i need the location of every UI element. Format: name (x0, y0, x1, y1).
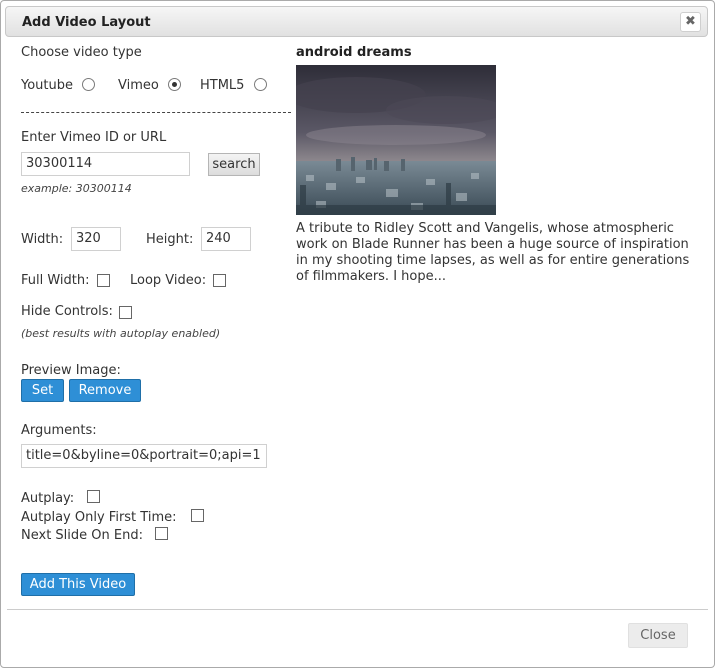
vimeo-radio-label: Vimeo (118, 78, 159, 93)
remove-preview-button[interactable]: Remove (69, 379, 141, 402)
width-label: Width: (21, 232, 64, 247)
dialog-title: Add Video Layout (22, 15, 151, 30)
arguments-input[interactable]: title=0&byline=0&portrait=0;api=1 (21, 444, 267, 468)
section-divider (21, 112, 291, 113)
set-preview-button[interactable]: Set (21, 379, 64, 402)
height-input[interactable]: 240 (201, 227, 251, 251)
hide-controls-checkbox[interactable] (119, 306, 132, 319)
add-video-dialog: Add Video Layout ✖ Choose video type You… (0, 0, 715, 668)
dialog-titlebar: Add Video Layout ✖ (5, 6, 708, 37)
youtube-radio-label: Youtube (21, 78, 73, 93)
autoplay-label: Autplay: (21, 491, 75, 506)
close-button[interactable]: Close (628, 623, 688, 648)
video-type-label: Choose video type (21, 45, 142, 60)
add-video-button[interactable]: Add This Video (21, 573, 135, 596)
vimeo-radio[interactable] (167, 78, 181, 91)
autoplay-first-time-label: Autplay Only First Time: (21, 510, 177, 525)
next-slide-label: Next Slide On End: (21, 528, 143, 543)
hide-controls-note: (best results with autoplay enabled) (21, 327, 221, 340)
search-button[interactable]: search (208, 153, 260, 176)
video-thumbnail (296, 65, 496, 215)
video-type-option-youtube[interactable]: Youtube (21, 78, 96, 93)
html5-radio-label: HTML5 (200, 78, 245, 93)
vimeo-example-text: example: 30300114 (21, 182, 132, 195)
loop-video-label: Loop Video: (130, 273, 207, 288)
video-type-option-vimeo[interactable]: Vimeo (118, 78, 181, 93)
video-description: A tribute to Ridley Scott and Vangelis, … (296, 221, 690, 284)
video-type-option-html5[interactable]: HTML5 (200, 78, 267, 93)
close-icon[interactable]: ✖ (680, 12, 701, 32)
vimeo-id-input[interactable]: 30300114 (21, 152, 190, 176)
arguments-label: Arguments: (21, 423, 97, 438)
next-slide-checkbox[interactable] (155, 527, 168, 540)
footer-divider (7, 609, 708, 610)
height-label: Height: (146, 232, 194, 247)
full-width-label: Full Width: (21, 273, 90, 288)
video-title: android dreams (296, 45, 412, 60)
loop-video-checkbox[interactable] (213, 274, 226, 287)
hide-controls-label: Hide Controls: (21, 304, 113, 319)
youtube-radio[interactable] (82, 78, 96, 91)
preview-image-label: Preview Image: (21, 363, 121, 378)
vimeo-id-label: Enter Vimeo ID or URL (21, 130, 167, 145)
autoplay-first-time-checkbox[interactable] (191, 509, 204, 522)
html5-radio[interactable] (253, 78, 267, 91)
width-input[interactable]: 320 (71, 227, 121, 251)
autoplay-checkbox[interactable] (87, 490, 100, 503)
full-width-checkbox[interactable] (97, 274, 110, 287)
